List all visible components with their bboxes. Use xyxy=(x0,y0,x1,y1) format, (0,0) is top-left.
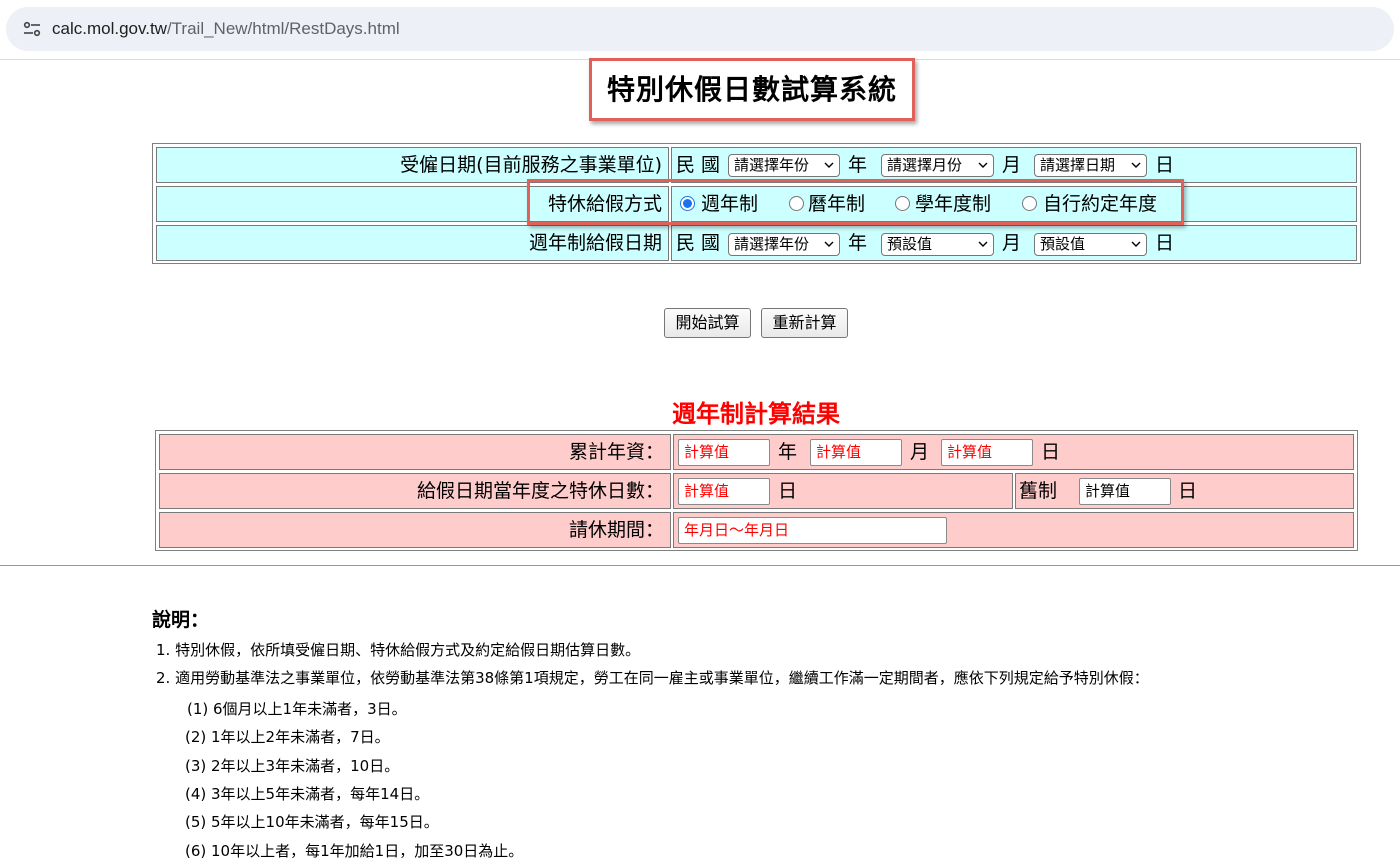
hire-month-select[interactable]: 請選擇月份 xyxy=(881,154,994,177)
note-sub-item: (6) 10年以上者，每1年加給1日，加至30日為止。 xyxy=(185,842,524,860)
start-calculation-button[interactable]: 開始試算 xyxy=(664,308,751,338)
leave-method-highlight-box xyxy=(527,179,1184,225)
hire-date-label: 受僱日期(目前服務之事業單位) xyxy=(156,147,669,183)
section-divider xyxy=(0,565,1400,566)
grant-date-prefix: 民 國 xyxy=(676,232,721,254)
seniority-label: 累計年資： xyxy=(159,434,671,470)
grant-date-label: 週年制給假日期 xyxy=(156,225,669,261)
hire-date-prefix: 民 國 xyxy=(676,154,721,176)
hire-year-select[interactable]: 請選擇年份 xyxy=(728,154,840,177)
leave-days-label: 給假日期當年度之特休日數： xyxy=(159,473,671,509)
hire-year-unit: 年 xyxy=(848,154,868,176)
note-sub-item: (2) 1年以上2年未滿者，7日。 xyxy=(185,728,390,746)
result-table: 累計年資： 計算值 年 計算值 月 計算值 日 給假日期當年度之特休日數： 計算… xyxy=(155,430,1358,551)
hire-day-select[interactable]: 請選擇日期 xyxy=(1034,154,1147,177)
grant-day-select-value: 預設值 xyxy=(1040,235,1086,253)
note-sub-item: (3) 2年以上3年未滿者，10日。 xyxy=(185,757,400,775)
chevron-down-icon xyxy=(824,162,834,168)
title-highlight-box: 特別休假日數試算系統 xyxy=(589,58,915,121)
hire-month-select-value: 請選擇月份 xyxy=(887,156,963,174)
leave-period-cell: 年月日～年月日 xyxy=(673,512,1354,548)
seniority-year-output: 計算值 xyxy=(678,439,770,466)
hire-day-unit: 日 xyxy=(1155,154,1175,176)
result-title: 週年制計算結果 xyxy=(672,400,840,428)
grant-day-unit: 日 xyxy=(1155,232,1175,254)
hire-date-cell: 民 國 請選擇年份 年 請選擇月份 月 請選擇日期 日 xyxy=(671,147,1357,183)
browser-toolbar: calc.mol.gov.tw/Trail_New/html/RestDays.… xyxy=(0,0,1400,60)
notes-heading: 說明： xyxy=(152,609,210,631)
note-sub-item: (1) 6個月以上1年未滿者，3日。 xyxy=(187,700,407,718)
grant-year-select-value: 請選擇年份 xyxy=(734,235,810,253)
grant-day-select[interactable]: 預設值 xyxy=(1034,233,1147,256)
seniority-day-unit: 日 xyxy=(1041,441,1061,463)
note-item: 2. 適用勞動基準法之事業單位，依勞動基準法第38條第1項規定，勞工在同一雇主或… xyxy=(156,669,1149,687)
leave-period-label: 請休期間： xyxy=(159,512,671,548)
grant-year-unit: 年 xyxy=(848,232,868,254)
grant-date-cell: 民 國 請選擇年份 年 預設值 月 預設值 日 xyxy=(671,225,1357,261)
old-system-output: 計算值 xyxy=(1079,478,1171,505)
old-system-cell: 舊制 計算值 日 xyxy=(1015,473,1354,509)
seniority-cell: 計算值 年 計算值 月 計算值 日 xyxy=(673,434,1354,470)
leave-period-output: 年月日～年月日 xyxy=(678,517,947,544)
hire-day-select-value: 請選擇日期 xyxy=(1040,156,1116,174)
note-sub-item: (5) 5年以上10年未滿者，每年15日。 xyxy=(185,813,439,831)
chevron-down-icon xyxy=(824,241,834,247)
chevron-down-icon xyxy=(1131,241,1141,247)
seniority-day-output: 計算值 xyxy=(941,439,1033,466)
hire-month-unit: 月 xyxy=(1002,154,1022,176)
old-system-label: 舊制 xyxy=(1019,480,1058,502)
old-system-unit: 日 xyxy=(1178,480,1198,502)
url-text[interactable]: calc.mol.gov.tw/Trail_New/html/RestDays.… xyxy=(52,18,400,40)
leave-days-output: 計算值 xyxy=(678,478,770,505)
page-title: 特別休假日數試算系統 xyxy=(606,73,897,106)
site-settings-icon[interactable] xyxy=(23,21,41,37)
chevron-down-icon xyxy=(1131,162,1141,168)
chevron-down-icon xyxy=(978,162,988,168)
grant-month-select-value: 預設值 xyxy=(887,235,933,253)
reset-button[interactable]: 重新計算 xyxy=(761,308,848,338)
url-path: /Trail_New/html/RestDays.html xyxy=(166,19,400,38)
url-host: calc.mol.gov.tw xyxy=(52,19,167,38)
seniority-month-unit: 月 xyxy=(910,441,930,463)
seniority-year-unit: 年 xyxy=(778,441,798,463)
seniority-month-output: 計算值 xyxy=(810,439,902,466)
grant-year-select[interactable]: 請選擇年份 xyxy=(728,233,840,256)
grant-month-unit: 月 xyxy=(1002,232,1022,254)
chevron-down-icon xyxy=(978,241,988,247)
leave-days-unit: 日 xyxy=(778,480,798,502)
leave-days-cell: 計算值 日 xyxy=(673,473,1013,509)
grant-month-select[interactable]: 預設值 xyxy=(881,233,994,256)
address-bar[interactable]: calc.mol.gov.tw/Trail_New/html/RestDays.… xyxy=(6,7,1394,51)
hire-year-select-value: 請選擇年份 xyxy=(734,156,810,174)
note-sub-item: (4) 3年以上5年未滿者，每年14日。 xyxy=(185,785,430,803)
note-item: 1. 特別休假，依所填受僱日期、特休給假方式及約定給假日期估算日數。 xyxy=(156,641,641,659)
